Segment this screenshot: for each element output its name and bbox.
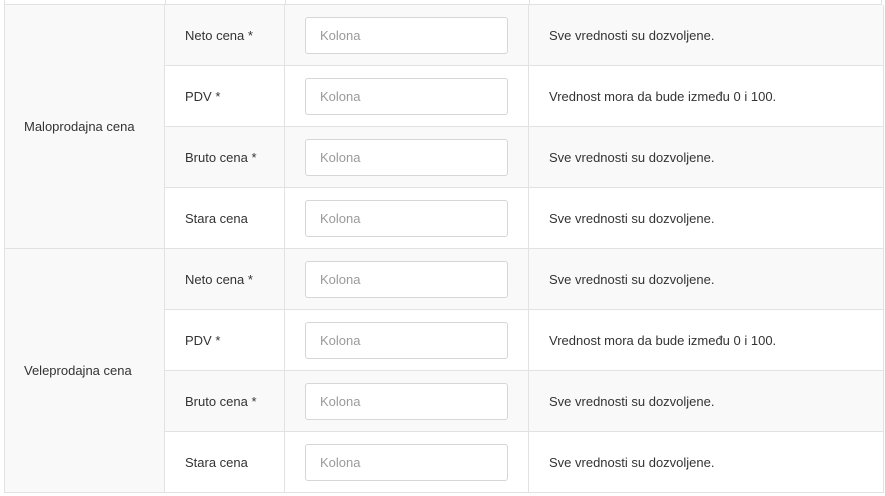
field-label: Stara cena xyxy=(165,432,285,492)
field-label: Bruto cena * xyxy=(165,371,285,431)
table-row: Bruto cena * Sve vrednosti su dozvoljene… xyxy=(165,371,883,432)
input-cell xyxy=(285,66,529,126)
field-label: Neto cena * xyxy=(165,5,285,65)
table-row: Neto cena * Sve vrednosti su dozvoljene. xyxy=(165,249,883,310)
table-row: Stara cena Sve vrednosti su dozvoljene. xyxy=(165,188,883,248)
input-cell xyxy=(285,188,529,248)
group-maloprodajna-cena: Maloprodajna cena Neto cena * Sve vredno… xyxy=(5,5,883,249)
table-row: Neto cena * Sve vrednosti su dozvoljene. xyxy=(165,5,883,66)
column-mapping-table: Maloprodajna cena Neto cena * Sve vredno… xyxy=(4,5,884,493)
group-label: Veleprodajna cena xyxy=(5,249,165,492)
group-rows: Neto cena * Sve vrednosti su dozvoljene.… xyxy=(165,5,883,248)
column-input[interactable] xyxy=(305,77,508,115)
field-label: Bruto cena * xyxy=(165,127,285,187)
column-input[interactable] xyxy=(305,199,508,237)
column-input[interactable] xyxy=(305,260,508,298)
input-cell xyxy=(285,371,529,431)
field-label: PDV * xyxy=(165,310,285,370)
group-veleprodajna-cena: Veleprodajna cena Neto cena * Sve vredno… xyxy=(5,249,883,493)
field-description: Sve vrednosti su dozvoljene. xyxy=(529,371,883,431)
field-description: Sve vrednosti su dozvoljene. xyxy=(529,127,883,187)
field-description: Sve vrednosti su dozvoljene. xyxy=(549,210,715,226)
input-cell xyxy=(285,249,529,309)
table-row: Bruto cena * Sve vrednosti su dozvoljene… xyxy=(165,127,883,188)
field-description: Vrednost mora da bude između 0 i 100. xyxy=(549,332,777,348)
input-cell xyxy=(285,5,529,65)
column-input[interactable] xyxy=(305,16,508,54)
column-input[interactable] xyxy=(305,321,508,359)
field-label: Stara cena xyxy=(165,188,285,248)
field-description: Sve vrednosti su dozvoljene. xyxy=(549,454,715,470)
column-input[interactable] xyxy=(305,138,508,176)
column-input[interactable] xyxy=(305,382,508,420)
field-description: Vrednost mora da bude između 0 i 100. xyxy=(549,88,777,104)
input-cell xyxy=(285,432,529,492)
table-row: Stara cena Sve vrednosti su dozvoljene. xyxy=(165,432,883,492)
field-description: Sve vrednosti su dozvoljene. xyxy=(529,249,883,309)
field-label: PDV * xyxy=(165,66,285,126)
column-input[interactable] xyxy=(305,443,508,481)
table-row: PDV * Vrednost mora da bude između 0 i 1… xyxy=(165,310,883,371)
group-label: Maloprodajna cena xyxy=(5,5,165,248)
input-cell xyxy=(285,310,529,370)
field-description: Sve vrednosti su dozvoljene. xyxy=(529,5,883,65)
input-cell xyxy=(285,127,529,187)
field-label: Neto cena * xyxy=(165,249,285,309)
table-row: PDV * Vrednost mora da bude između 0 i 1… xyxy=(165,66,883,127)
group-rows: Neto cena * Sve vrednosti su dozvoljene.… xyxy=(165,249,883,492)
